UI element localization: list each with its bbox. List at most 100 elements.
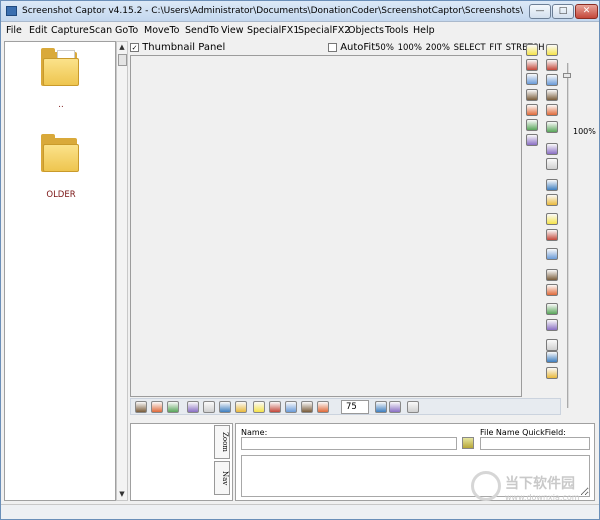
- name-tag-icon[interactable]: [462, 437, 474, 449]
- grid-a-icon[interactable]: [269, 401, 281, 413]
- title-bar[interactable]: Screenshot Captor v4.15.2 - C:\Users\Adm…: [1, 1, 599, 22]
- autofit-toggle[interactable]: AutoFit: [328, 42, 375, 53]
- image-icon[interactable]: [526, 134, 538, 146]
- red-blob-icon[interactable]: [546, 158, 558, 170]
- folder-up-icon[interactable]: [41, 48, 85, 88]
- highlighter-icon[interactable]: [546, 339, 558, 351]
- image-canvas[interactable]: [130, 55, 522, 397]
- resize-icon[interactable]: [546, 229, 558, 241]
- crop-special-icon[interactable]: [546, 104, 558, 116]
- pen-icon[interactable]: [526, 59, 538, 71]
- zoom-preset-links[interactable]: 50% 100% 200% SELECT FIT STRETCH: [375, 43, 544, 53]
- minimize-button[interactable]: —: [529, 4, 551, 19]
- triangle-icon[interactable]: [253, 401, 265, 413]
- grid-d-icon[interactable]: [317, 401, 329, 413]
- frame-icon[interactable]: [546, 269, 558, 281]
- menu-moveto[interactable]: MoveTo: [144, 25, 179, 36]
- tools-column-right: [543, 41, 563, 401]
- watermark: 当下软件园 www.downxia.com: [471, 467, 596, 515]
- menu-objects[interactable]: Objects: [348, 25, 384, 36]
- menu-tools[interactable]: Tools: [385, 25, 408, 36]
- watermark-title: 当下软件园: [505, 476, 575, 492]
- quickfield-field[interactable]: [480, 437, 590, 450]
- select-rect-icon[interactable]: [546, 213, 558, 225]
- bucket-icon[interactable]: [546, 143, 558, 155]
- close-button[interactable]: ✕: [575, 4, 598, 19]
- text-box-icon[interactable]: [526, 73, 538, 85]
- menu-view[interactable]: View: [221, 25, 244, 36]
- color-pick-icon[interactable]: [546, 121, 558, 133]
- menu-bar: File Edit Capture Scan GoTo MoveTo SendT…: [1, 23, 599, 39]
- scroll-thumb[interactable]: [118, 54, 127, 66]
- move-icon[interactable]: [546, 367, 558, 379]
- tools-column-left: [523, 41, 543, 401]
- menu-scan[interactable]: Scan: [89, 25, 112, 36]
- zoom-slider-track[interactable]: [567, 63, 569, 408]
- save-icon[interactable]: [546, 44, 558, 56]
- link-icon[interactable]: [546, 194, 558, 206]
- screen-capture-icon[interactable]: [546, 179, 558, 191]
- menu-goto[interactable]: GoTo: [115, 25, 138, 36]
- name-field[interactable]: [241, 437, 457, 450]
- menu-help[interactable]: Help: [413, 25, 435, 36]
- box-icon[interactable]: [546, 303, 558, 315]
- watermark-url: www.downxia.com: [505, 493, 580, 502]
- zoom-slider-handle[interactable]: [563, 73, 571, 79]
- color-dots-icon[interactable]: [526, 104, 538, 116]
- menu-capture[interactable]: Capture: [51, 25, 89, 36]
- app-window: Screenshot Captor v4.15.2 - C:\Users\Adm…: [0, 0, 600, 520]
- brush-icon[interactable]: [526, 89, 538, 101]
- thumbnail-panel-toggle[interactable]: ✓ Thumbnail Panel: [130, 42, 225, 53]
- menu-sendto[interactable]: SendTo: [185, 25, 219, 36]
- lower-tabs: Zoom Nav: [214, 425, 231, 499]
- menu-edit[interactable]: Edit: [29, 25, 47, 36]
- thumbnail-checkbox[interactable]: ✓: [130, 42, 139, 52]
- tab-nav[interactable]: Nav: [214, 461, 230, 495]
- zoom-percent: 100%: [573, 127, 596, 136]
- menu-specialfx1[interactable]: SpecialFX1: [247, 25, 299, 36]
- quickfield-label: File Name QuickField:: [480, 428, 566, 437]
- bottom-toolbar: 75: [130, 398, 561, 415]
- window-title: Screenshot Captor v4.15.2 - C:\Users\Adm…: [22, 6, 523, 16]
- rotate-right-icon[interactable]: [151, 401, 163, 413]
- image-small-icon[interactable]: [389, 401, 401, 413]
- thumbnail-panel[interactable]: .. OLDER: [4, 41, 116, 501]
- letter-t-icon[interactable]: [546, 89, 558, 101]
- maximize-button[interactable]: □: [552, 4, 574, 19]
- folder-up-label[interactable]: ..: [31, 100, 91, 110]
- shadow-icon[interactable]: [546, 284, 558, 296]
- crop-icon[interactable]: [546, 248, 558, 260]
- scroll-up-icon[interactable]: ▲: [117, 42, 127, 52]
- viewer-header: ✓ Thumbnail Panel AutoFit 50% 100% 200% …: [130, 41, 544, 55]
- watermark-logo-icon: [471, 471, 501, 501]
- autofit-checkbox[interactable]: [328, 42, 337, 52]
- autofit-label: AutoFit: [340, 42, 376, 53]
- mountain-icon[interactable]: [187, 401, 199, 413]
- name-label: Name:: [241, 428, 268, 437]
- grid-b-icon[interactable]: [285, 401, 297, 413]
- flip-icon[interactable]: [167, 401, 179, 413]
- zoom-stepper[interactable]: 75: [341, 400, 369, 414]
- border-icon[interactable]: [546, 319, 558, 331]
- cursor-icon[interactable]: [407, 401, 419, 413]
- tab-zoom[interactable]: Zoom: [214, 425, 230, 459]
- doc-icon[interactable]: [375, 401, 387, 413]
- zoom-strip: 100%: [563, 41, 599, 411]
- menu-specialfx2[interactable]: SpecialFX2: [298, 25, 350, 36]
- folder-older-label[interactable]: OLDER: [31, 190, 91, 200]
- yellow-note-icon[interactable]: [526, 44, 538, 56]
- thumbnail-scrollbar[interactable]: ▲ ▼: [116, 41, 128, 501]
- green-square-icon[interactable]: [235, 401, 247, 413]
- blue-circle-icon[interactable]: [203, 401, 215, 413]
- app-camera-icon: [6, 6, 17, 16]
- edit-icon[interactable]: [546, 74, 558, 86]
- folder-older-icon[interactable]: [41, 134, 85, 174]
- grid-c-icon[interactable]: [301, 401, 313, 413]
- arrow-pointer-icon[interactable]: [546, 351, 558, 363]
- floppy-red-icon[interactable]: [546, 59, 558, 71]
- rotate-left-icon[interactable]: [135, 401, 147, 413]
- stamp-icon[interactable]: [526, 119, 538, 131]
- globe-icon[interactable]: [219, 401, 231, 413]
- menu-file[interactable]: File: [6, 25, 22, 36]
- scroll-down-icon[interactable]: ▼: [117, 489, 127, 499]
